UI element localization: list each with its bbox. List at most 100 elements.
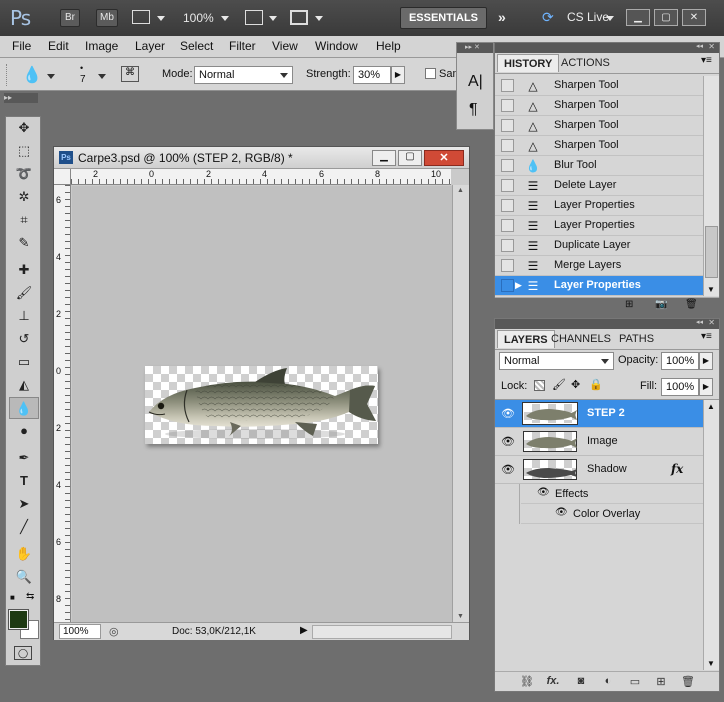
grip-handle[interactable]: [6, 64, 9, 86]
zoom-level[interactable]: 100%: [183, 11, 214, 25]
lock-image-icon[interactable]: 🖌: [552, 378, 566, 391]
layers-scrollbar[interactable]: ▲ ▼: [703, 400, 719, 670]
chevron-down-icon[interactable]: [98, 74, 106, 79]
eraser-tool-icon[interactable]: ▭: [9, 351, 39, 373]
link-layers-icon[interactable]: ⛓: [517, 675, 537, 688]
panel-header-strip[interactable]: ◂◂ ✕: [495, 42, 719, 53]
sample-all-layers-checkbox[interactable]: [425, 68, 436, 79]
new-document-from-state-icon[interactable]: ⊞: [625, 299, 633, 310]
canvas-pasteboard[interactable]: [72, 186, 452, 622]
panel-header-strip[interactable]: ◂◂ ✕: [495, 318, 719, 329]
delete-layer-icon[interactable]: 🗑: [678, 675, 698, 688]
strength-slider-arrow-icon[interactable]: ▶: [391, 66, 405, 84]
scroll-down-arrow-icon[interactable]: ▼: [707, 285, 715, 294]
history-scrollbar[interactable]: ▼: [703, 76, 719, 296]
menu-file[interactable]: File: [12, 39, 31, 53]
layer-row-image[interactable]: 👁 Image: [495, 428, 703, 456]
visibility-eye-icon[interactable]: 👁: [537, 487, 550, 498]
fill-input[interactable]: 100%: [661, 378, 699, 396]
chevron-down-icon[interactable]: [221, 16, 229, 21]
pen-tool-icon[interactable]: ✒: [9, 447, 39, 469]
horizontal-scrollbar[interactable]: [312, 625, 452, 639]
collapse-panel-icon[interactable]: ◂◂: [696, 318, 703, 326]
panel-menu-icon[interactable]: ▾≡: [701, 55, 712, 66]
document-zoom-field[interactable]: 100%: [59, 624, 101, 639]
history-checkbox[interactable]: [501, 199, 514, 212]
path-selection-tool-icon[interactable]: ➤: [9, 493, 39, 515]
ruler-origin[interactable]: [54, 169, 71, 185]
mini-bridge-button[interactable]: Mb: [96, 9, 118, 27]
history-checkbox[interactable]: [501, 179, 514, 192]
visibility-eye-icon[interactable]: 👁: [501, 407, 515, 420]
history-state[interactable]: △ Sharpen Tool: [495, 96, 703, 116]
document-minimize-button[interactable]: ▁: [372, 150, 396, 166]
move-tool-icon[interactable]: ✥: [9, 117, 39, 139]
scroll-up-arrow-icon[interactable]: ▲: [457, 187, 464, 194]
vertical-scrollbar[interactable]: ▲ ▼: [452, 185, 469, 622]
document-title-bar[interactable]: Ps Carpe3.psd @ 100% (STEP 2, RGB/8) * ▁…: [54, 147, 469, 169]
menu-edit[interactable]: Edit: [48, 39, 69, 53]
history-checkbox[interactable]: [501, 259, 514, 272]
mode-select[interactable]: Normal: [194, 66, 293, 84]
lock-position-icon[interactable]: ✥: [571, 378, 580, 391]
history-state[interactable]: ☰ Merge Layers: [495, 256, 703, 276]
fill-slider-arrow-icon[interactable]: ▶: [699, 378, 713, 396]
bridge-button[interactable]: Br: [60, 9, 80, 27]
new-layer-icon[interactable]: ⊞: [651, 675, 671, 688]
lasso-tool-icon[interactable]: ➰: [9, 163, 39, 185]
layer-row-step-2[interactable]: 👁 STEP 2: [495, 400, 703, 428]
blend-mode-select[interactable]: Normal: [499, 352, 614, 370]
layer-row-shadow[interactable]: 👁 Shadow fx: [495, 456, 703, 484]
crop-tool-icon[interactable]: ⌗: [9, 209, 39, 231]
history-checkbox[interactable]: [501, 159, 514, 172]
document-close-button[interactable]: ✕: [424, 150, 464, 166]
close-panel-icon[interactable]: ✕: [708, 318, 715, 327]
character-panel-icon[interactable]: A|: [468, 73, 483, 91]
menu-select[interactable]: Select: [180, 39, 213, 53]
collapse-panel-icon[interactable]: ◂◂: [696, 42, 703, 50]
blur-tool-icon[interactable]: 💧: [9, 397, 39, 419]
collapse-tools-icon[interactable]: ▸▸: [4, 93, 38, 103]
line-tool-icon[interactable]: ╱: [9, 516, 39, 538]
paint-bucket-tool-icon[interactable]: ◭: [9, 374, 39, 396]
history-checkbox[interactable]: [501, 279, 514, 292]
chevron-down-icon[interactable]: [269, 16, 277, 21]
workspace-switcher-button[interactable]: ESSENTIALS: [400, 7, 487, 29]
marquee-tool-icon[interactable]: ⬚: [9, 140, 39, 162]
tab-paths[interactable]: PATHS: [613, 330, 660, 348]
scroll-up-arrow-icon[interactable]: ▲: [707, 402, 715, 411]
history-checkbox[interactable]: [501, 139, 514, 152]
visibility-eye-icon[interactable]: 👁: [501, 463, 515, 476]
menu-view[interactable]: View: [272, 39, 298, 53]
history-checkbox[interactable]: [501, 219, 514, 232]
new-snapshot-icon[interactable]: 📷: [655, 299, 667, 310]
history-checkbox[interactable]: [501, 99, 514, 112]
quick-mask-icon[interactable]: ◯: [14, 646, 32, 660]
add-mask-icon[interactable]: ◙: [571, 675, 591, 687]
history-state[interactable]: ☰ Duplicate Layer: [495, 236, 703, 256]
status-options-icon[interactable]: ◎: [109, 625, 119, 638]
hand-tool-icon[interactable]: ✋: [9, 543, 39, 565]
history-checkbox[interactable]: [501, 79, 514, 92]
brush-panel-icon[interactable]: ⌘: [121, 66, 139, 82]
opacity-slider-arrow-icon[interactable]: ▶: [699, 352, 713, 370]
foreground-color-swatch[interactable]: [8, 609, 29, 630]
more-workspaces-icon[interactable]: »: [498, 9, 506, 25]
tab-actions[interactable]: ACTIONS: [555, 54, 616, 72]
document-canvas[interactable]: [145, 366, 378, 444]
menu-help[interactable]: Help: [376, 39, 401, 53]
history-state[interactable]: ☰ Layer Properties: [495, 196, 703, 216]
visibility-eye-icon[interactable]: 👁: [501, 435, 515, 448]
history-state[interactable]: △ Sharpen Tool: [495, 116, 703, 136]
history-state[interactable]: 💧 Blur Tool: [495, 156, 703, 176]
paragraph-panel-icon[interactable]: ¶: [469, 101, 478, 119]
adjustment-layer-icon[interactable]: ◐: [598, 675, 618, 687]
tab-history[interactable]: HISTORY: [497, 54, 560, 72]
history-state[interactable]: △ Sharpen Tool: [495, 136, 703, 156]
lock-all-icon[interactable]: 🔒: [589, 378, 603, 391]
zoom-tool-icon[interactable]: 🔍: [9, 566, 39, 588]
chevron-down-icon[interactable]: [606, 16, 614, 21]
view-extras-icon[interactable]: [132, 10, 150, 24]
type-tool-icon[interactable]: T: [9, 470, 39, 492]
scroll-down-arrow-icon[interactable]: ▼: [707, 659, 715, 668]
